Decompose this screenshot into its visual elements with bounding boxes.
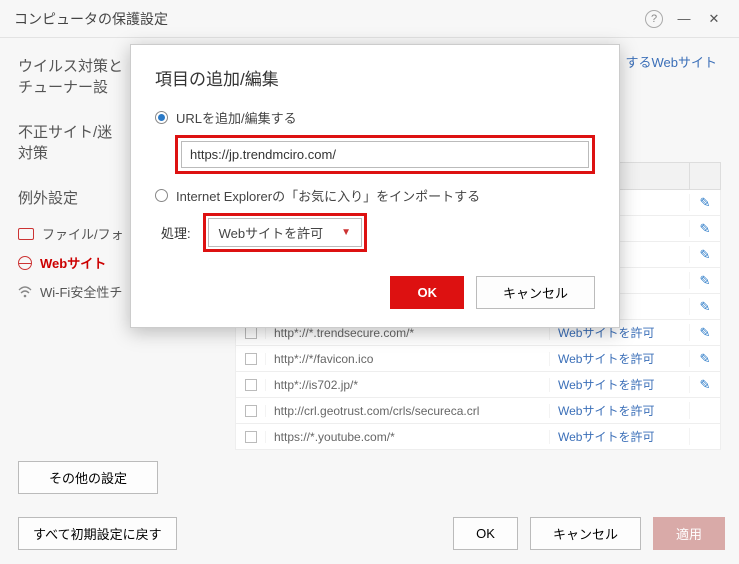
radio-icon <box>155 189 168 202</box>
cancel-button[interactable]: キャンセル <box>530 517 641 550</box>
folder-icon <box>18 228 34 240</box>
radio-icon <box>155 111 168 124</box>
pencil-icon[interactable]: ✎ <box>700 221 711 237</box>
row-action: Webサイトを許可 <box>550 402 690 419</box>
sidebar-item-label: ファイル/フォ <box>42 224 124 243</box>
row-url: http*://is702.jp/* <box>266 378 550 392</box>
row-url: https://*.youtube.com/* <box>266 430 550 444</box>
dialog-cancel-button[interactable]: キャンセル <box>476 276 595 309</box>
action-highlight-box: Webサイトを許可 ▼ <box>203 213 367 252</box>
row-checkbox[interactable] <box>245 379 257 391</box>
radio-import-ie[interactable]: Internet Explorerの「お気に入り」をインポートする <box>155 186 595 205</box>
minimize-button[interactable]: — <box>673 11 695 26</box>
globe-icon <box>18 256 32 270</box>
pencil-icon[interactable]: ✎ <box>700 351 711 367</box>
header-right-label: するWebサイト <box>626 52 718 71</box>
table-row[interactable]: http://crl.geotrust.com/crls/secureca.cr… <box>235 398 721 424</box>
reset-defaults-button[interactable]: すべて初期設定に戻す <box>18 517 177 550</box>
help-icon: ? <box>645 10 663 28</box>
row-checkbox[interactable] <box>245 327 257 339</box>
other-settings-button[interactable]: その他の設定 <box>18 461 158 494</box>
table-row[interactable]: https://*.youtube.com/*Webサイトを許可 <box>235 424 721 450</box>
action-row: 処理: Webサイトを許可 ▼ <box>161 213 595 252</box>
dialog-title: 項目の追加/編集 <box>155 65 595 90</box>
row-action: Webサイトを許可 <box>550 350 690 367</box>
action-select-value: Webサイトを許可 <box>219 223 324 242</box>
sidebar-item-label: Wi-Fi安全性チ <box>40 282 122 301</box>
footer-buttons: OK キャンセル 適用 <box>453 517 725 550</box>
pencil-icon[interactable]: ✎ <box>700 273 711 289</box>
action-label: 処理: <box>161 223 191 242</box>
chevron-down-icon: ▼ <box>341 227 351 238</box>
wifi-icon <box>18 285 32 299</box>
url-input[interactable] <box>181 141 589 168</box>
dialog-ok-button[interactable]: OK <box>390 276 464 309</box>
dialog-footer: OK キャンセル <box>155 276 595 309</box>
row-checkbox[interactable] <box>245 431 257 443</box>
table-row[interactable]: http*://*/favicon.icoWebサイトを許可 ✎ <box>235 346 721 372</box>
close-button[interactable]: ✕ <box>703 11 725 27</box>
pencil-icon[interactable]: ✎ <box>700 325 711 341</box>
row-checkbox[interactable] <box>245 405 257 417</box>
row-action: Webサイトを許可 <box>550 376 690 393</box>
pencil-icon[interactable]: ✎ <box>700 299 711 315</box>
ok-button[interactable]: OK <box>453 517 518 550</box>
url-highlight-box <box>175 135 595 174</box>
titlebar: コンピュータの保護設定 ? — ✕ <box>0 0 739 38</box>
table-row[interactable]: http*://is702.jp/*Webサイトを許可 ✎ <box>235 372 721 398</box>
row-url: http*://*/favicon.ico <box>266 352 550 366</box>
row-action: Webサイトを許可 <box>550 428 690 445</box>
action-select[interactable]: Webサイトを許可 ▼ <box>208 218 362 247</box>
sidebar-item-label: Webサイト <box>40 253 106 272</box>
help-button[interactable]: ? <box>643 10 665 28</box>
row-checkbox[interactable] <box>245 353 257 365</box>
radio-label: URLを追加/編集する <box>176 108 297 127</box>
window-title: コンピュータの保護設定 <box>14 9 635 29</box>
radio-label: Internet Explorerの「お気に入り」をインポートする <box>176 186 480 205</box>
apply-button[interactable]: 適用 <box>653 517 725 550</box>
pencil-icon[interactable]: ✎ <box>700 195 711 211</box>
add-edit-dialog: 項目の追加/編集 URLを追加/編集する Internet Explorerの「… <box>130 44 620 328</box>
pencil-icon[interactable]: ✎ <box>700 247 711 263</box>
pencil-icon[interactable]: ✎ <box>700 377 711 393</box>
radio-add-url[interactable]: URLを追加/編集する <box>155 108 595 127</box>
row-url: http://crl.geotrust.com/crls/secureca.cr… <box>266 404 550 418</box>
